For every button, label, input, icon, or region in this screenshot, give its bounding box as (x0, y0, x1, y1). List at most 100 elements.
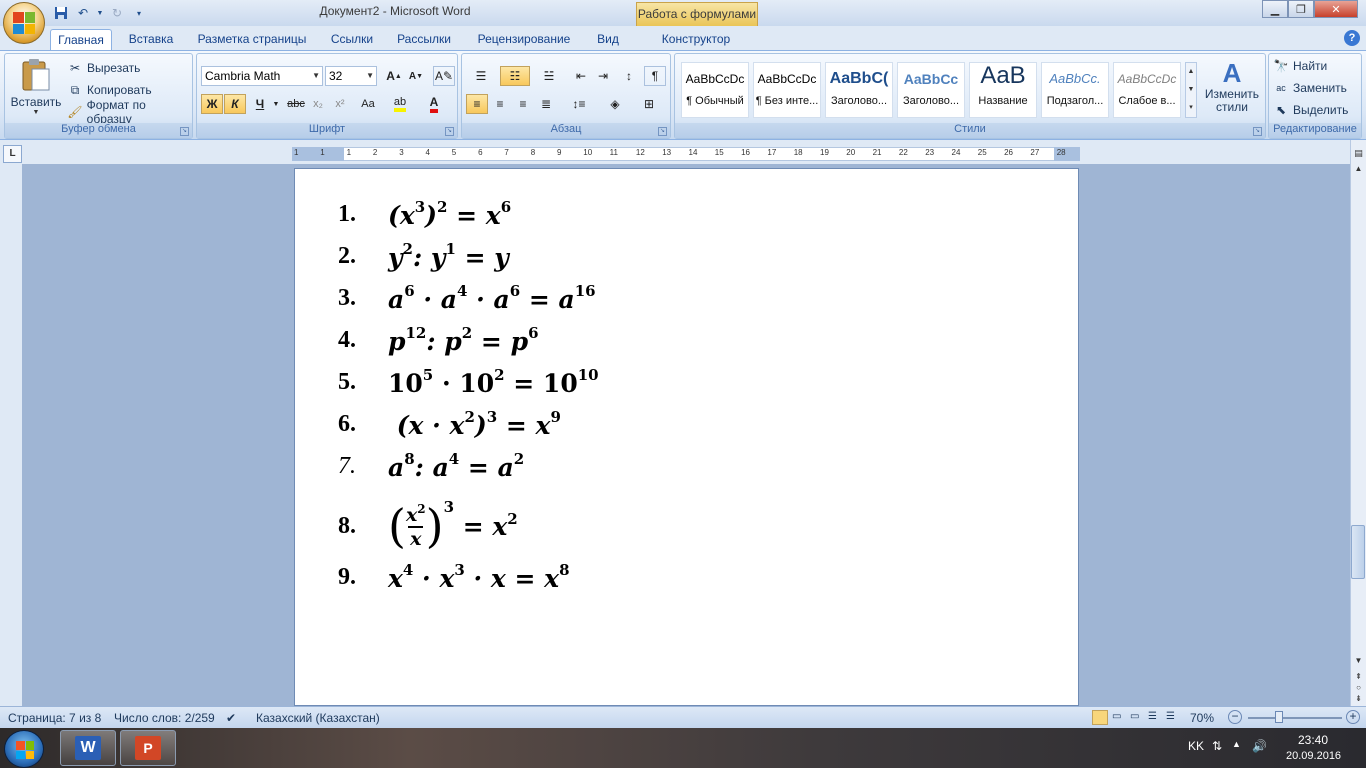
tab-mailings[interactable]: Рассылки (392, 29, 456, 50)
zoom-slider-track[interactable] (1248, 717, 1342, 719)
word-count[interactable]: Число слов: 2/259 (114, 711, 215, 725)
equation-row[interactable]: 2. y2: y1 = y (338, 240, 509, 272)
font-size-combo[interactable]: 32 ▼ (325, 66, 377, 86)
equation-row[interactable]: 6. (x · x2)3 = x9 (338, 408, 561, 440)
replace-button[interactable]: ac Заменить (1273, 78, 1347, 98)
styles-launcher-icon[interactable]: ↘ (1253, 127, 1262, 136)
align-left-icon[interactable]: ≡ (466, 94, 488, 114)
tab-selector[interactable]: L (3, 145, 22, 163)
undo-dropdown-icon[interactable]: ▼ (96, 4, 104, 22)
draft-view-icon[interactable]: ☰ (1166, 711, 1175, 722)
spellcheck-icon[interactable]: ✔ (226, 711, 236, 725)
clear-formatting-icon[interactable]: A✎ (433, 66, 455, 86)
numbering-icon[interactable]: ☷ (500, 66, 530, 86)
tray-expand-icon[interactable]: ▲ (1232, 739, 1241, 749)
vertical-scrollbar[interactable]: ▤ ▲ ▼ ⇞ ○ ⇟ (1350, 140, 1366, 706)
style-heading-2[interactable]: AaBbCc Заголово... (897, 62, 965, 118)
scroll-up-icon[interactable]: ▲ (1352, 164, 1365, 178)
ruler-toggle-icon[interactable]: ▤ (1352, 148, 1365, 162)
multilevel-list-icon[interactable]: ☱ (534, 66, 564, 86)
increase-indent-icon[interactable]: ⇥ (592, 66, 614, 86)
horizontal-ruler[interactable] (292, 147, 1080, 161)
input-language[interactable]: KK (1188, 739, 1204, 753)
page-count[interactable]: Страница: 7 из 8 (8, 711, 101, 725)
taskbar-word-app[interactable]: W (60, 730, 116, 766)
prev-page-icon[interactable]: ⇞ (1352, 672, 1365, 682)
shrink-font-icon[interactable]: A ▼ (405, 66, 427, 86)
paragraph-launcher-icon[interactable]: ↘ (658, 127, 667, 136)
equation-row[interactable]: 3. a6 · a4 · a6 = a16 (338, 282, 596, 314)
outline-view-icon[interactable]: ☰ (1148, 711, 1157, 722)
equation-row[interactable]: 4. p12: p2 = p6 (338, 324, 539, 356)
maximize-button[interactable]: ❐ (1288, 0, 1314, 18)
superscript-icon[interactable]: x² (329, 94, 351, 114)
network-icon[interactable]: ⇅ (1212, 739, 1222, 753)
office-button[interactable] (3, 2, 45, 44)
tab-insert[interactable]: Вставка (122, 29, 180, 50)
cut-button[interactable]: ✂ Вырезать (67, 58, 140, 78)
style-title[interactable]: AaB Название (969, 62, 1037, 118)
equation-row[interactable]: 5. 105 · 102 = 1010 (338, 366, 599, 398)
align-center-icon[interactable]: ≡ (489, 94, 511, 114)
change-case-button[interactable]: Aa (355, 94, 381, 114)
styles-gallery-scroll[interactable]: ▲ ▼ ▾ (1185, 62, 1197, 118)
bullets-icon[interactable]: ☰ (466, 66, 496, 86)
scroll-down-icon[interactable]: ▼ (1352, 656, 1365, 670)
zoom-in-icon[interactable]: + (1346, 710, 1360, 724)
zoom-slider-thumb[interactable] (1275, 711, 1284, 723)
tab-view[interactable]: Вид (590, 29, 626, 50)
taskbar-powerpoint-app[interactable]: P (120, 730, 176, 766)
tab-review[interactable]: Рецензирование (470, 29, 578, 50)
web-view-icon[interactable]: ▭ (1130, 711, 1139, 722)
customize-qat-icon[interactable]: ▾ (130, 4, 148, 22)
highlight-color-icon[interactable]: ab (387, 94, 413, 114)
zoom-out-icon[interactable]: − (1228, 710, 1242, 724)
help-icon[interactable]: ? (1344, 30, 1360, 46)
show-marks-icon[interactable]: ¶ (644, 66, 666, 86)
style-heading-1[interactable]: AaBbC(Заголово... (825, 62, 893, 118)
line-spacing-icon[interactable]: ↕≡ (564, 94, 594, 114)
shading-icon[interactable]: ◈ (600, 94, 630, 114)
volume-icon[interactable]: 🔊 (1252, 739, 1267, 753)
paste-button[interactable]: Вставить ▼ (9, 58, 63, 120)
equation-row[interactable]: 1. (x3)2 = x6 (338, 198, 511, 230)
select-button[interactable]: ⬉ Выделить (1273, 100, 1348, 120)
equation-row[interactable]: 8. ( x2 x ) 3 = x2 (338, 496, 518, 556)
redo-icon[interactable]: ↻ (108, 4, 126, 22)
underline-dropdown-icon[interactable]: ▼ (265, 94, 287, 114)
style-subtitle[interactable]: AaBbCc. Подзагол... (1041, 62, 1109, 118)
italic-button[interactable]: К (224, 94, 246, 114)
find-button[interactable]: 🔭 Найти (1273, 56, 1328, 76)
print-layout-view-icon[interactable] (1092, 710, 1108, 725)
equation-row[interactable]: 9. x4 · x3 · x = x8 (338, 561, 570, 593)
tab-references[interactable]: Ссылки (326, 29, 378, 50)
clipboard-launcher-icon[interactable]: ↘ (180, 127, 189, 136)
sort-icon[interactable]: ↕ (618, 66, 640, 86)
next-page-icon[interactable]: ⇟ (1352, 694, 1365, 704)
subscript-icon[interactable]: x₂ (307, 94, 329, 114)
grow-font-icon[interactable]: A ▲ (383, 66, 405, 86)
style-subtle-emphasis[interactable]: AaBbCcDc Слабое в... (1113, 62, 1181, 118)
style-no-spacing[interactable]: AaBbCcDc ¶ Без инте... (753, 62, 821, 118)
font-name-dropdown-icon[interactable]: ▼ (312, 67, 320, 85)
style-normal[interactable]: AaBbCcDc ¶ Обычный (681, 62, 749, 118)
tab-page-layout[interactable]: Разметка страницы (192, 29, 312, 50)
clock-date[interactable]: 20.09.2016 (1286, 750, 1341, 762)
borders-icon[interactable]: ⊞ (634, 94, 664, 114)
save-icon[interactable] (52, 4, 70, 22)
tab-design[interactable]: Конструктор (652, 29, 740, 50)
strikethrough-button[interactable]: abc (285, 94, 307, 114)
reading-view-icon[interactable]: ▭ (1112, 711, 1121, 722)
start-button[interactable] (4, 730, 44, 768)
zoom-level[interactable]: 70% (1190, 711, 1214, 725)
change-styles-button[interactable]: A Изменить стили (1201, 58, 1263, 122)
bold-button[interactable]: Ж (201, 94, 223, 114)
align-right-icon[interactable]: ≡ (512, 94, 534, 114)
decrease-indent-icon[interactable]: ⇤ (570, 66, 592, 86)
browse-object-icon[interactable]: ○ (1352, 683, 1365, 693)
close-button[interactable]: ✕ (1314, 0, 1358, 18)
font-size-dropdown-icon[interactable]: ▼ (366, 67, 374, 85)
language-indicator[interactable]: Казахский (Казахстан) (256, 711, 380, 725)
justify-icon[interactable]: ≣ (535, 94, 557, 114)
clock-time[interactable]: 23:40 (1298, 733, 1328, 747)
